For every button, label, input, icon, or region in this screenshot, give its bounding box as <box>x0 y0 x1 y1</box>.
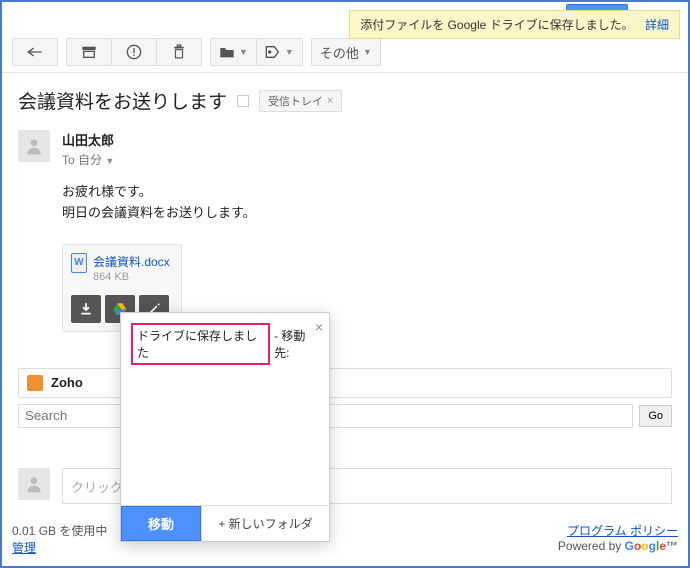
sender-name: 山田太郎 <box>62 130 672 149</box>
caret-down-icon: ▼ <box>285 47 294 57</box>
download-button[interactable] <box>71 295 101 323</box>
move-to-button[interactable]: ▼ <box>210 38 257 66</box>
new-folder-button[interactable]: + 新しいフォルダ <box>201 506 329 541</box>
email-subject: 会議資料をお送りします <box>18 87 227 114</box>
more-button[interactable]: その他 ▼ <box>311 38 381 66</box>
remove-label-icon[interactable]: × <box>327 95 333 107</box>
sender-avatar <box>18 130 50 162</box>
caret-down-icon: ▼ <box>363 47 372 57</box>
email-body: お疲れ様です。 明日の会議資料をお送りします。 <box>62 182 672 224</box>
archive-button[interactable] <box>66 38 112 66</box>
notification-details-link[interactable]: 詳細 <box>645 18 669 32</box>
importance-marker[interactable] <box>237 95 249 107</box>
back-button[interactable] <box>12 38 58 66</box>
saved-to-drive-text: ドライブに保存しました <box>131 323 270 365</box>
go-button[interactable]: Go <box>639 405 672 427</box>
zoho-label: Zoho <box>51 375 83 390</box>
move-to-label: - 移動先: <box>274 327 319 361</box>
spam-button[interactable] <box>111 38 157 66</box>
storage-manage-link[interactable]: 管理 <box>12 541 36 555</box>
word-doc-icon: W <box>71 253 87 273</box>
program-policy-link[interactable]: プログラム ポリシー <box>567 524 678 538</box>
caret-down-icon: ▼ <box>239 47 248 57</box>
attachment-filename: 会議資料.docx <box>93 253 170 270</box>
notification-text: 添付ファイルを Google ドライブに保存しました。 <box>360 18 633 32</box>
more-label: その他 <box>320 43 359 62</box>
inbox-label[interactable]: 受信トレイ × <box>259 90 342 112</box>
to-line[interactable]: To 自分 ▼ <box>62 151 672 168</box>
drive-save-popup: ドライブに保存しました - 移動先: × 移動 + 新しいフォルダ <box>120 312 330 542</box>
expand-recipients-icon[interactable]: ▼ <box>105 156 114 166</box>
zoho-integration-bar[interactable]: Zoho <box>18 368 672 398</box>
move-button[interactable]: 移動 <box>121 506 201 541</box>
storage-used: 0.01 GB を使用中 <box>12 522 107 539</box>
attachment-size: 864 KB <box>93 271 170 283</box>
my-avatar <box>18 468 50 500</box>
drive-saved-notification: 添付ファイルを Google ドライブに保存しました。 詳細 <box>349 10 680 39</box>
close-popup-icon[interactable]: × <box>315 319 323 335</box>
labels-button[interactable]: ▼ <box>256 38 303 66</box>
powered-by: Powered by Google™ <box>558 539 678 553</box>
delete-button[interactable] <box>156 38 202 66</box>
inbox-label-text: 受信トレイ <box>268 93 323 109</box>
zoho-icon <box>27 375 43 391</box>
